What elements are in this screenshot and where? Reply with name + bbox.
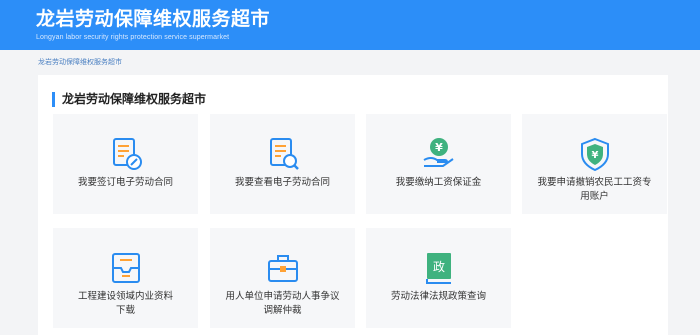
svg-text:¥: ¥: [435, 141, 443, 154]
download-tray-icon: [108, 250, 144, 286]
service-label: 工程建设领域内业资料下载: [77, 291, 173, 316]
service-label: 劳动法律法规政策查询: [390, 291, 486, 302]
service-label: 我要申请撤销农民工工资专用账户: [537, 177, 652, 202]
service-label: 我要缴纳工资保证金: [395, 177, 482, 188]
policy-book-icon: 政: [421, 250, 457, 286]
wage-deposit-icon: ¥: [421, 136, 457, 172]
service-card-sign-contract[interactable]: 我要签订电子劳动合同: [53, 114, 198, 214]
svg-text:政: 政: [432, 260, 444, 274]
svg-text:¥: ¥: [591, 150, 598, 161]
service-card-cancel-account[interactable]: ¥ 我要申请撤销农民工工资专用账户: [522, 114, 667, 214]
briefcase-icon: [265, 250, 301, 286]
service-card-mediation[interactable]: 用人单位申请劳动人事争议调解仲裁: [210, 228, 355, 328]
site-title: 龙岩劳动保障维权服务超市: [36, 8, 271, 30]
header-banner: 龙岩劳动保障维权服务超市 Longyan labor security righ…: [0, 0, 700, 50]
contract-sign-icon: [108, 136, 144, 172]
service-label: 我要查看电子劳动合同: [234, 177, 330, 188]
site-subtitle: Longyan labor security rights protection…: [36, 34, 230, 41]
service-card-view-contract[interactable]: 我要查看电子劳动合同: [210, 114, 355, 214]
service-card-wage-deposit[interactable]: ¥ 我要缴纳工资保证金: [366, 114, 511, 214]
service-card-policy-query[interactable]: 政 劳动法律法规政策查询: [366, 228, 511, 328]
breadcrumb[interactable]: 龙岩劳动保障维权服务超市: [38, 58, 122, 67]
contract-search-icon: [265, 136, 301, 172]
service-label: 用人单位申请劳动人事争议调解仲裁: [225, 291, 340, 316]
service-card-download-materials[interactable]: 工程建设领域内业资料下载: [53, 228, 198, 328]
service-label: 我要签订电子劳动合同: [77, 177, 173, 188]
section-title: 龙岩劳动保障维权服务超市: [52, 92, 206, 107]
shield-yuan-icon: ¥: [577, 136, 613, 172]
